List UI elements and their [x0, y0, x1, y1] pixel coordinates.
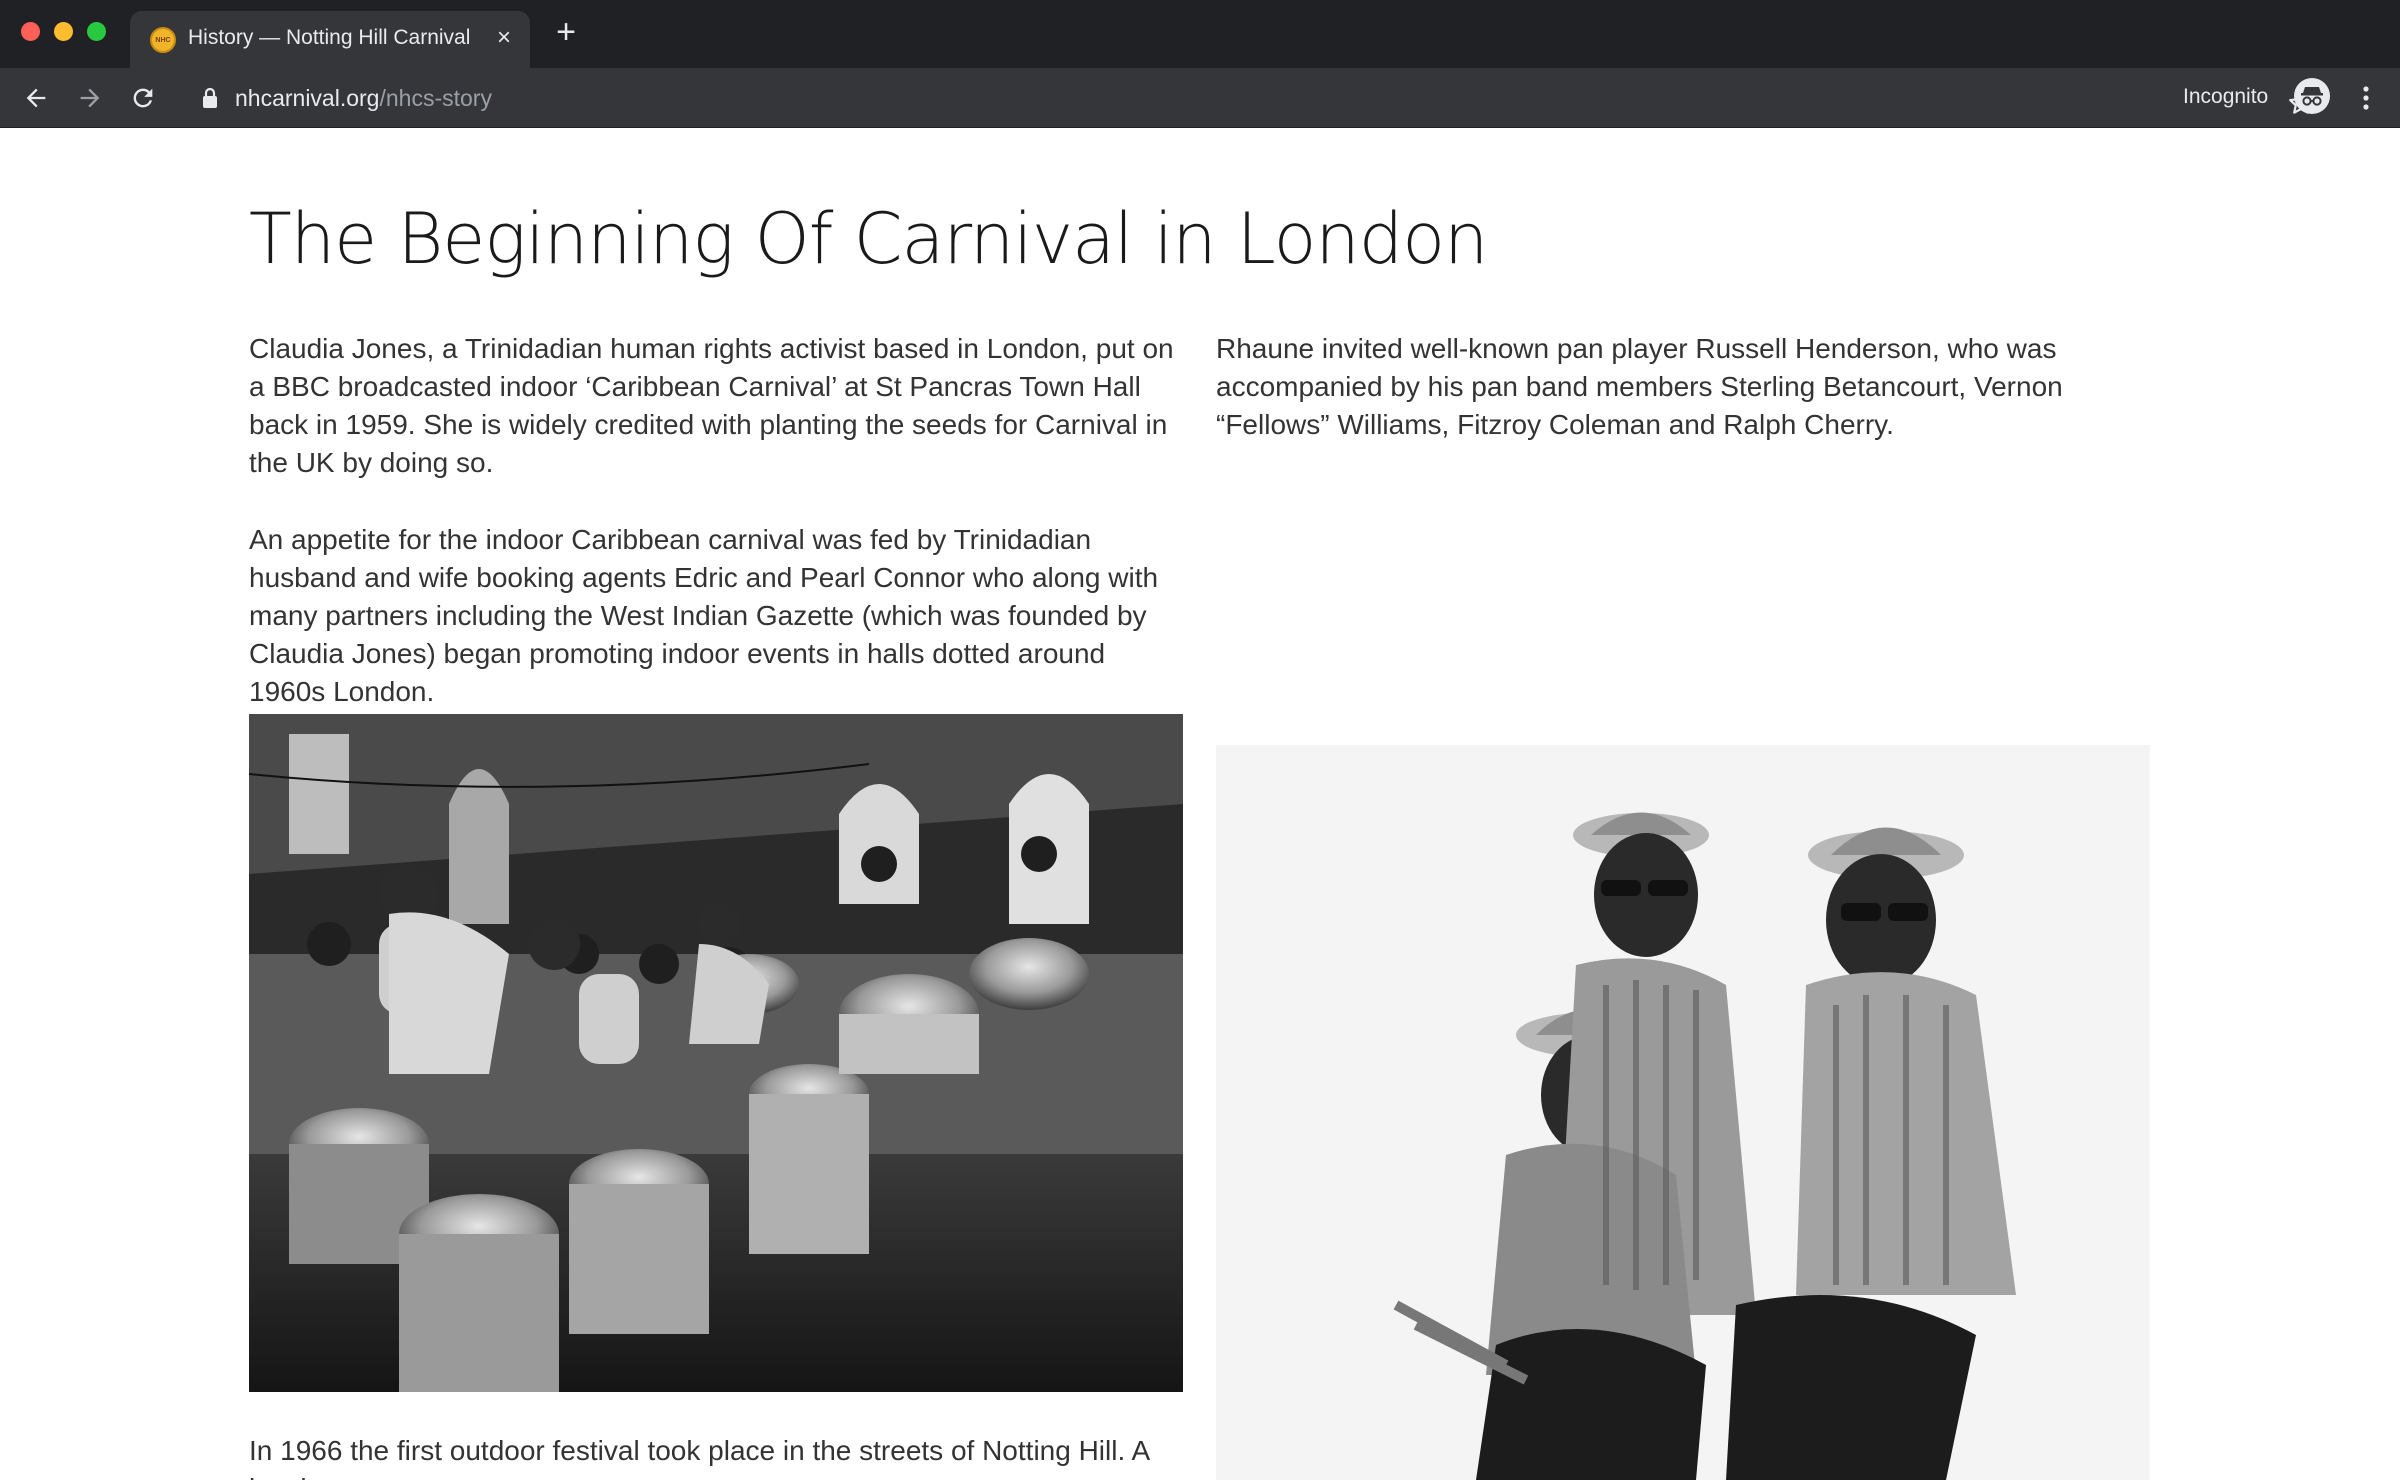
url-domain: nhcarnival.org [235, 85, 380, 111]
tab-close-icon[interactable]: × [490, 24, 518, 52]
reload-icon[interactable] [125, 80, 161, 116]
article-paragraph: In 1966 the first outdoor festival took … [249, 1435, 1149, 1480]
url-path: /nhcs-story [379, 85, 492, 111]
url-text: nhcarnival.org/nhcs-story [235, 85, 492, 112]
page-title: The Beginning Of Carnival in London [249, 198, 1488, 280]
forward-arrow-icon[interactable] [72, 80, 108, 116]
tab-title: History — Notting Hill Carnival [188, 26, 471, 49]
maximize-window-button[interactable] [87, 22, 106, 41]
article-paragraph: Rhaune invited well-known pan player Rus… [1216, 333, 2063, 440]
article-paragraph: An appetite for the indoor Caribbean car… [249, 524, 1159, 707]
pan-players-trio-photo [1216, 745, 2150, 1480]
incognito-label: Incognito [2183, 85, 2269, 108]
lock-icon [203, 87, 217, 108]
back-arrow-icon[interactable] [18, 80, 54, 116]
article-paragraph: Claudia Jones, a Trinidadian human right… [249, 333, 1174, 478]
close-window-button[interactable] [21, 22, 40, 41]
steel-band-photo [249, 714, 1183, 1392]
browser-tabstrip: NHC History — Notting Hill Carnival × + [0, 0, 2400, 68]
address-bar[interactable]: nhcarnival.org/nhcs-story [186, 76, 2313, 120]
nhc-favicon-icon: NHC [150, 27, 176, 53]
kebab-menu-icon[interactable] [2356, 82, 2376, 114]
new-tab-button[interactable]: + [550, 15, 582, 49]
incognito-icon[interactable] [2294, 78, 2330, 114]
minimize-window-button[interactable] [54, 22, 73, 41]
browser-toolbar: nhcarnival.org/nhcs-story Incognito [0, 68, 2400, 128]
browser-tab-active[interactable]: NHC History — Notting Hill Carnival × [130, 11, 530, 68]
